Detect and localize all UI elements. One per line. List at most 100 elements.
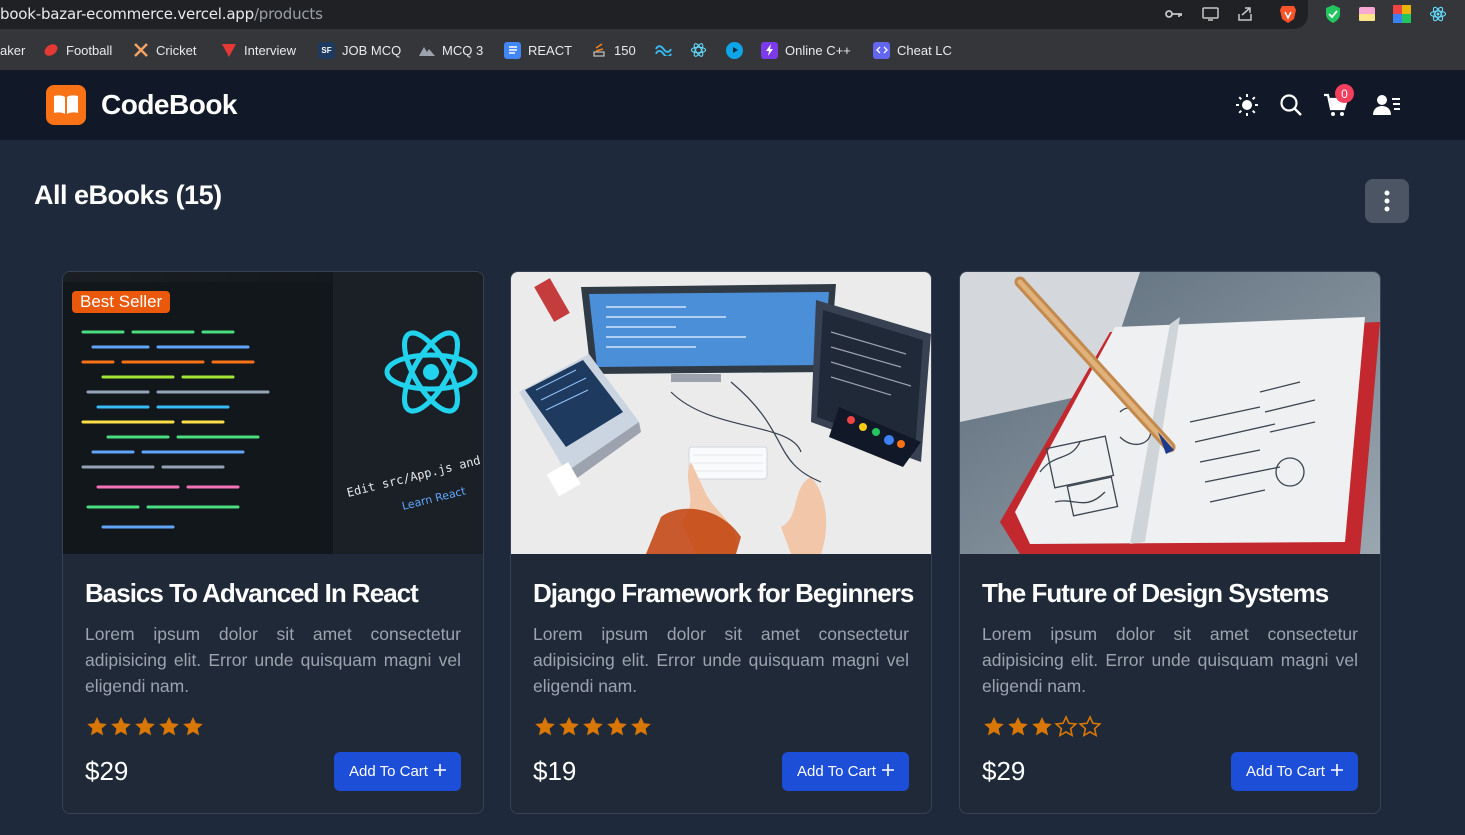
plus-icon [433,763,446,780]
add-to-cart-button[interactable]: Add To Cart [782,752,909,791]
url-text[interactable]: book-bazar-ecommerce.vercel.app/products [0,5,323,23]
star-filled-icon [607,717,627,736]
bookmark-item[interactable]: aker [0,40,25,60]
bookmark-item[interactable]: Cricket [132,40,196,60]
rating-stars [982,715,1102,739]
star-filled-icon [535,717,555,736]
best-seller-badge: Best Seller [72,291,171,313]
star-filled-icon [631,717,651,736]
product-card: Edit src/App.js and save to rel Learn Re… [62,271,484,814]
shield-extension-icon[interactable] [1323,4,1343,24]
page-title: All eBooks (15) [34,180,222,211]
filter-menu-button[interactable] [1365,179,1409,223]
add-to-cart-label: Add To Cart [349,763,428,780]
football-icon [42,42,59,59]
add-to-cart-button[interactable]: Add To Cart [1231,752,1358,791]
product-description: Lorem ipsum dolor sit amet consectetur a… [533,624,909,696]
mcq-icon [418,42,435,59]
job-mcq-icon: SF [318,41,335,59]
product-image-django[interactable] [511,272,931,554]
browser-toolbar: book-bazar-ecommerce.vercel.app/products [0,0,1465,29]
star-filled-icon [111,717,131,736]
bookmark-item[interactable]: Football [42,40,112,60]
search-icon[interactable] [1278,92,1304,118]
mail-extension-icon[interactable] [1357,4,1377,24]
bookmark-item[interactable]: SF JOB MCQ [318,40,401,60]
react-devtools-icon[interactable] [1428,4,1448,24]
theme-toggle-sun-icon[interactable] [1234,92,1260,118]
bookmark-label: Football [66,42,113,58]
product-count: (15) [175,180,223,210]
add-to-cart-button[interactable]: Add To Cart [334,752,461,791]
bookmark-label: Interview [244,42,297,58]
user-menu-icon[interactable] [1372,92,1402,118]
interview-icon [220,42,237,59]
star-filled-icon [183,717,203,736]
url-path: /products [253,5,323,23]
bookmark-label: REACT [528,42,573,58]
bookmark-item[interactable] [655,40,672,60]
bookmark-label: 150 [614,42,636,58]
bookmark-item[interactable]: 150 [590,40,636,60]
code-icon [873,41,890,59]
product-price: $29 [982,756,1026,786]
product-title[interactable]: Basics To Advanced In React [85,578,419,609]
bookmark-item[interactable]: Online C++ [761,40,851,60]
tailwind-icon [655,42,672,59]
product-image-design[interactable] [960,272,1380,554]
star-filled-icon [559,717,579,736]
star-empty-icon [1078,715,1102,737]
star-empty-icon [1054,715,1078,737]
address-bar[interactable]: book-bazar-ecommerce.vercel.app/products [0,0,1308,29]
bookmark-label: JOB MCQ [342,42,402,58]
bookmark-item[interactable]: REACT [504,40,572,60]
star-filled-icon [984,717,1004,736]
page-title-text: All eBooks [34,180,169,210]
product-price: $19 [533,756,577,786]
brand-name[interactable]: CodeBook [101,89,238,121]
bookmark-item[interactable]: Cheat LC [873,40,952,60]
brave-lion-icon[interactable] [1278,4,1298,24]
share-icon[interactable] [1235,4,1255,24]
star-filled-icon [87,717,107,736]
bookmark-label: Online C++ [785,42,851,58]
bookmark-item[interactable] [690,40,707,60]
star-filled-icon [583,717,603,736]
stack-icon [590,42,607,59]
bookmarks-bar: aker Football Cricket Interview SF JOB M… [0,29,1465,70]
plus-icon [1330,763,1343,780]
play-icon [726,41,743,59]
product-description: Lorem ipsum dolor sit amet consectetur a… [85,624,461,696]
cricket-icon [132,42,149,59]
docs-icon [504,41,521,59]
product-description: Lorem ipsum dolor sit amet consectetur a… [982,624,1358,696]
product-price: $29 [85,756,129,786]
color-palette-icon[interactable] [1392,4,1412,24]
plus-icon [881,763,894,780]
rating-stars [85,715,205,739]
star-filled-icon [1008,717,1028,736]
bookmark-label: Cheat LC [897,42,952,58]
star-filled-icon [159,717,179,736]
key-icon[interactable] [1164,4,1184,24]
add-to-cart-label: Add To Cart [797,763,876,780]
add-to-cart-label: Add To Cart [1246,763,1325,780]
bookmark-label: aker [0,42,26,58]
book-logo-icon[interactable] [46,85,86,125]
cast-icon[interactable] [1200,4,1220,24]
cart-count-badge: 0 [1335,84,1354,103]
star-filled-icon [135,717,155,736]
product-card: Django Framework for Beginners Lorem ips… [510,271,932,814]
react-icon [690,42,707,59]
product-card: The Future of Design Systems Lorem ipsum… [959,271,1381,814]
bookmark-label: Cricket [156,42,197,58]
product-title[interactable]: The Future of Design Systems [982,578,1329,609]
product-image-react[interactable]: Edit src/App.js and save to rel Learn Re… [63,272,483,554]
bolt-icon [761,41,778,59]
bookmark-item[interactable] [726,40,743,60]
product-title[interactable]: Django Framework for Beginners [533,578,914,609]
bookmark-item[interactable]: Interview [220,40,296,60]
kebab-menu-icon [1384,190,1390,212]
url-host: book-bazar-ecommerce.vercel.app [0,5,254,23]
bookmark-item[interactable]: MCQ 3 [418,40,483,60]
